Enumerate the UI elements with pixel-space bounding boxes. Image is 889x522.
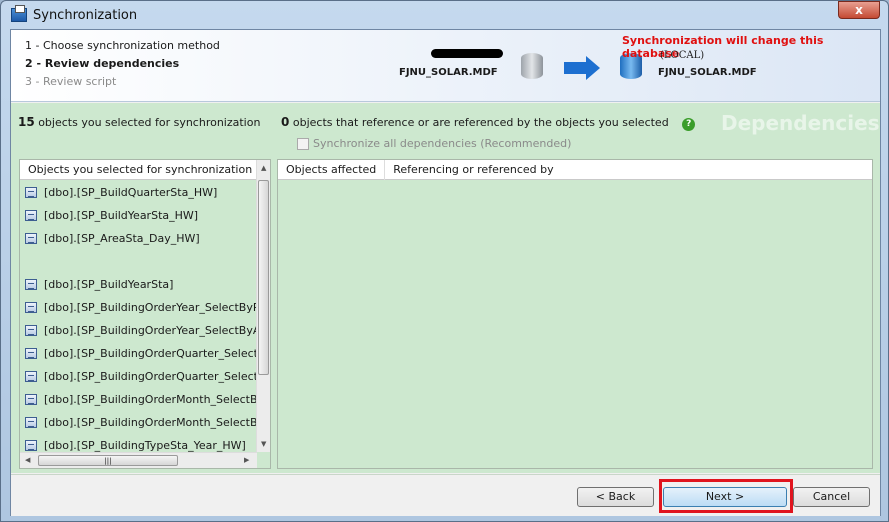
list-item[interactable]: [dbo].[SP_BuildYearSta_HW] [25,209,198,222]
column-header-objects-affected[interactable]: Objects affected [278,159,386,180]
stored-procedure-icon [25,187,37,198]
item-label: [dbo].[SP_BuildingOrderMonth_SelectBy [44,393,265,406]
item-label: [dbo].[SP_BuildingTypeSta_Year_HW] [44,439,246,452]
item-label: [dbo].[SP_BuildingOrderYear_SelectByAr [44,324,265,337]
watermark-text: Dependencies [721,111,880,135]
list-item[interactable]: [dbo].[SP_BuildingOrderMonth_SelectBy [25,416,264,429]
item-label: [dbo].[SP_BuildYearSta] [44,278,174,291]
synchronization-window: Synchronization x 1 - Choose synchroniza… [0,0,889,522]
app-icon [11,5,27,22]
sync-all-dependencies-checkbox[interactable]: Synchronize all dependencies (Recommende… [297,137,571,150]
redacted-source-server [431,49,503,58]
list-item[interactable]: [dbo].[SP_BuildingOrderQuarter_SelectBy [25,347,271,360]
back-button[interactable]: < Back [577,487,654,507]
wizard-header: 1 - Choose synchronization method 2 - Re… [11,30,880,102]
stored-procedure-icon [25,279,37,290]
list-item[interactable]: [dbo].[SP_BuildingOrderYear_SelectByPro [25,301,270,314]
title-bar: Synchronization [11,5,137,25]
step-3: 3 - Review script [25,75,117,88]
list-item[interactable]: [dbo].[SP_BuildingOrderQuarter_SelectBy [25,370,271,383]
item-label: [dbo].[SP_BuildQuarterSta_HW] [44,186,218,199]
item-label: [dbo].[SP_BuildingOrderQuarter_SelectBy [44,370,271,383]
item-label: [dbo].[SP_BuildingOrderMonth_SelectBy [44,416,265,429]
step-1: 1 - Choose synchronization method [25,39,220,52]
list-item[interactable]: [dbo].[SP_BuildYearSta] [25,278,173,291]
stored-procedure-icon [25,233,37,244]
horizontal-scrollbar[interactable]: ◀ ||| ▶ [20,452,257,468]
list-header: Objects affected Referencing or referenc… [278,159,872,180]
column-header-selected-objects[interactable]: Objects you selected for synchronization [20,160,262,180]
vertical-scroll-thumb[interactable] [258,180,269,375]
stored-procedure-icon [25,440,37,451]
checkbox-label: Synchronize all dependencies (Recommende… [313,137,572,150]
selected-count: 15 [18,115,35,129]
step-2-current: 2 - Review dependencies [25,57,180,70]
dialog-client: 1 - Choose synchronization method 2 - Re… [10,29,881,516]
scroll-down-icon[interactable]: ▼ [261,440,266,448]
list-item[interactable]: [dbo].[SP_BuildingTypeSta_Year_HW] [25,439,246,452]
stored-procedure-icon [25,348,37,359]
stored-procedure-icon [25,394,37,405]
vertical-scrollbar[interactable]: ▲ ▼ [256,160,270,452]
list-item[interactable]: [dbo].[SP_AreaSta_Day_HW] [25,232,200,245]
scroll-up-icon[interactable]: ▲ [261,164,266,172]
dependency-text: objects that reference or are referenced… [292,116,669,129]
cancel-button[interactable]: Cancel [793,487,870,507]
item-label: [dbo].[SP_BuildingOrderQuarter_SelectBy [44,347,271,360]
dependency-count: 0 [281,115,290,129]
stored-procedure-icon [25,417,37,428]
source-db-name: FJNU_SOLAR.MDF [399,67,498,78]
stored-procedure-icon [25,302,37,313]
highlight-box [659,479,793,513]
scroll-left-icon[interactable]: ◀ [25,456,30,464]
item-label: [dbo].[SP_AreaSta_Day_HW] [44,232,200,245]
help-icon[interactable]: ? [682,118,696,131]
list-item[interactable]: [dbo].[SP_BuildQuarterSta_HW] [25,186,217,199]
scroll-right-icon[interactable]: ▶ [244,456,249,464]
selected-objects-list[interactable]: Objects you selected for synchronization… [19,159,271,469]
dependency-summary: 0 objects that reference or are referenc… [281,115,696,131]
wizard-footer: < Back Next > Cancel [11,474,880,516]
column-header-referencing[interactable]: Referencing or referenced by [385,160,561,180]
list-header: Objects you selected for synchronization [20,160,270,180]
window-title: Synchronization [33,7,138,23]
stored-procedure-icon [25,210,37,221]
item-label: [dbo].[SP_BuildingOrderYear_SelectByPro [44,301,271,314]
target-db-name: FJNU_SOLAR.MDF [658,67,757,78]
dependencies-panel: Dependencies 15 objects you selected for… [11,103,880,473]
dependencies-list[interactable]: Objects affected Referencing or referenc… [277,159,873,469]
source-database-icon [521,53,543,79]
close-button[interactable]: x [838,1,880,19]
selected-summary: 15 objects you selected for synchronizat… [18,115,260,129]
stored-procedure-icon [25,325,37,336]
checkbox-box[interactable] [297,137,309,150]
list-item[interactable]: [dbo].[SP_BuildingOrderYear_SelectByAr [25,324,265,337]
horizontal-scroll-thumb[interactable]: ||| [38,455,178,466]
list-item[interactable]: [dbo].[SP_BuildingOrderMonth_SelectBy [25,393,264,406]
selected-text: objects you selected for synchronization [38,116,261,129]
stored-procedure-icon [25,371,37,382]
target-server: (LOCAL) [660,50,705,61]
item-label: [dbo].[SP_BuildYearSta_HW] [44,209,199,222]
